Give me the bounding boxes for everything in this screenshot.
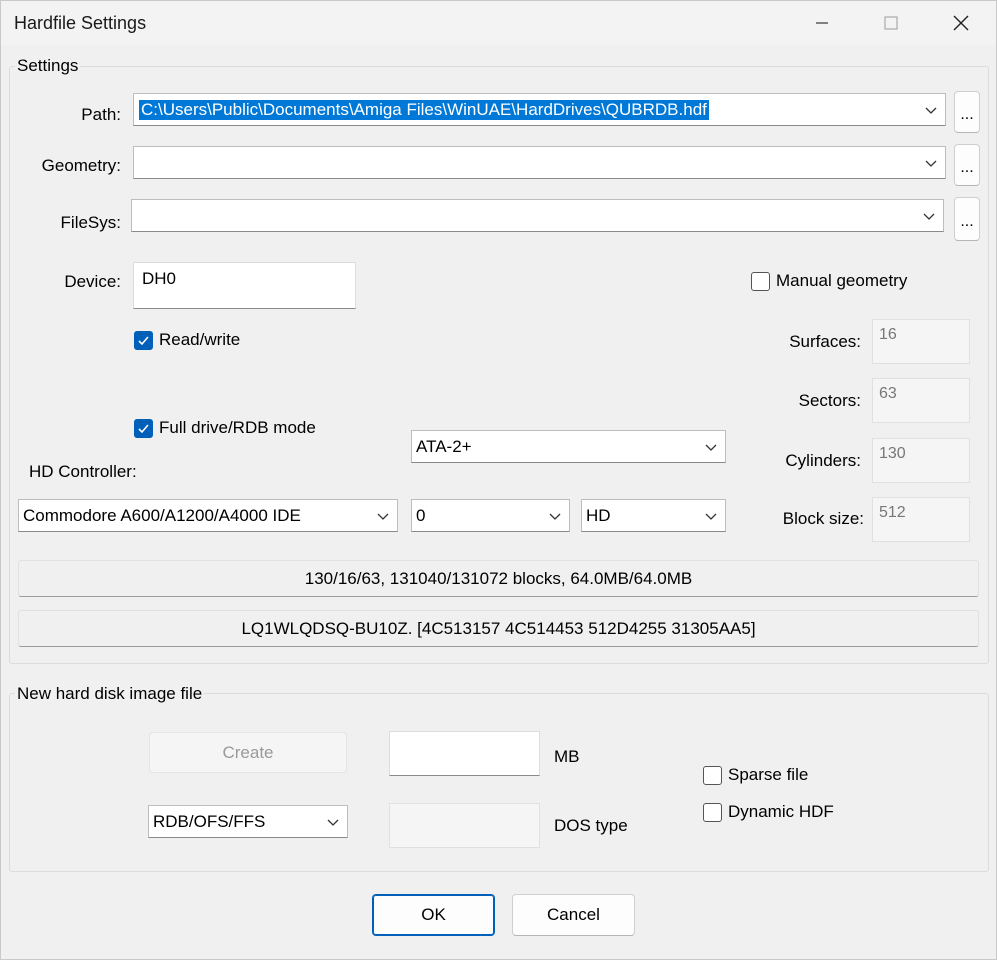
mb-label: MB: [554, 747, 580, 766]
dynamic-hdf-label: Dynamic HDF: [728, 802, 834, 821]
filesys-combo[interactable]: [131, 199, 944, 232]
checkbox-unchecked-icon: [751, 271, 770, 291]
format-combo[interactable]: RDB/OFS/FFS: [148, 805, 348, 838]
sectors-label: Sectors:: [798, 391, 861, 410]
filesys-label: FileSys:: [60, 213, 121, 232]
browse-label: ...: [960, 213, 974, 230]
readwrite-checkbox[interactable]: Read/write: [134, 330, 240, 350]
maximize-button[interactable]: [856, 1, 926, 45]
drive-id-info-bar: LQ1WLQDSQ-BU10Z. [4C513157 4C514453 512D…: [18, 610, 979, 647]
chevron-down-icon: [327, 819, 339, 826]
chevron-down-icon: [705, 513, 717, 520]
format-value: RDB/OFS/FFS: [153, 811, 266, 831]
create-button[interactable]: Create: [149, 732, 347, 773]
close-icon: [953, 15, 969, 31]
path-value: C:\Users\Public\Documents\Amiga Files\Wi…: [139, 99, 709, 120]
path-label: Path:: [81, 105, 121, 124]
unit-combo[interactable]: 0: [411, 499, 570, 532]
manual-geometry-label: Manual geometry: [776, 271, 908, 290]
ata-mode-combo[interactable]: ATA-2+: [411, 430, 726, 463]
path-browse-button[interactable]: ...: [954, 91, 980, 133]
chevron-down-icon: [923, 213, 935, 220]
type-value: HD: [586, 505, 611, 525]
type-combo[interactable]: HD: [581, 499, 726, 532]
device-input[interactable]: DH0: [133, 262, 356, 309]
geometry-label: Geometry:: [41, 156, 121, 175]
readwrite-label: Read/write: [159, 330, 241, 349]
surfaces-label: Surfaces:: [789, 332, 861, 351]
checkbox-unchecked-icon: [703, 765, 722, 785]
chevron-down-icon: [377, 513, 389, 520]
settings-group-label: Settings: [15, 56, 81, 76]
path-combo[interactable]: C:\Users\Public\Documents\Amiga Files\Wi…: [133, 93, 946, 126]
unit-value: 0: [416, 505, 426, 525]
hd-controller-label: HD Controller:: [29, 462, 137, 481]
hardfile-settings-window: Hardfile Settings Settings Path: C:\User…: [0, 0, 997, 960]
browse-label: ...: [960, 106, 974, 123]
geometry-combo[interactable]: [133, 146, 946, 179]
minimize-button[interactable]: [787, 1, 857, 45]
controller-value: Commodore A600/A1200/A4000 IDE: [23, 505, 301, 525]
browse-label: ...: [960, 159, 974, 176]
fulldrive-checkbox[interactable]: Full drive/RDB mode: [134, 418, 316, 438]
filesys-browse-button[interactable]: ...: [954, 197, 980, 241]
cancel-button[interactable]: Cancel: [512, 894, 635, 936]
dynamic-hdf-checkbox[interactable]: Dynamic HDF: [703, 802, 834, 822]
sectors-input[interactable]: 63: [872, 378, 970, 423]
new-image-group-label: New hard disk image file: [15, 684, 205, 704]
close-button[interactable]: [926, 1, 996, 45]
geometry-info-bar: 130/16/63, 131040/131072 blocks, 64.0MB/…: [18, 560, 979, 597]
ata-mode-value: ATA-2+: [416, 436, 472, 456]
ok-button[interactable]: OK: [372, 894, 495, 936]
chevron-down-icon: [925, 107, 937, 114]
dostype-label: DOS type: [554, 816, 628, 835]
chevron-down-icon: [925, 160, 937, 167]
geometry-browse-button[interactable]: ...: [954, 144, 980, 186]
checkbox-unchecked-icon: [703, 802, 722, 822]
surfaces-input[interactable]: 16: [872, 319, 970, 364]
checkbox-checked-icon: [134, 330, 153, 350]
blocksize-input[interactable]: 512: [872, 497, 970, 542]
minimize-icon: [816, 22, 828, 24]
cylinders-label: Cylinders:: [785, 451, 861, 470]
maximize-icon: [884, 16, 898, 30]
dostype-input[interactable]: [389, 803, 540, 848]
cylinders-input[interactable]: 130: [872, 438, 970, 483]
chevron-down-icon: [705, 444, 717, 451]
sparse-file-checkbox[interactable]: Sparse file: [703, 765, 808, 785]
controller-combo[interactable]: Commodore A600/A1200/A4000 IDE: [18, 499, 398, 532]
checkbox-checked-icon: [134, 418, 153, 438]
title-bar[interactable]: Hardfile Settings: [1, 1, 996, 45]
window-title: Hardfile Settings: [14, 13, 147, 33]
sparse-file-label: Sparse file: [728, 765, 809, 784]
size-input[interactable]: [389, 731, 540, 776]
blocksize-label: Block size:: [782, 509, 864, 528]
manual-geometry-checkbox[interactable]: Manual geometry: [751, 271, 907, 291]
fulldrive-label: Full drive/RDB mode: [159, 418, 316, 437]
chevron-down-icon: [549, 513, 561, 520]
device-label: Device:: [64, 272, 121, 291]
